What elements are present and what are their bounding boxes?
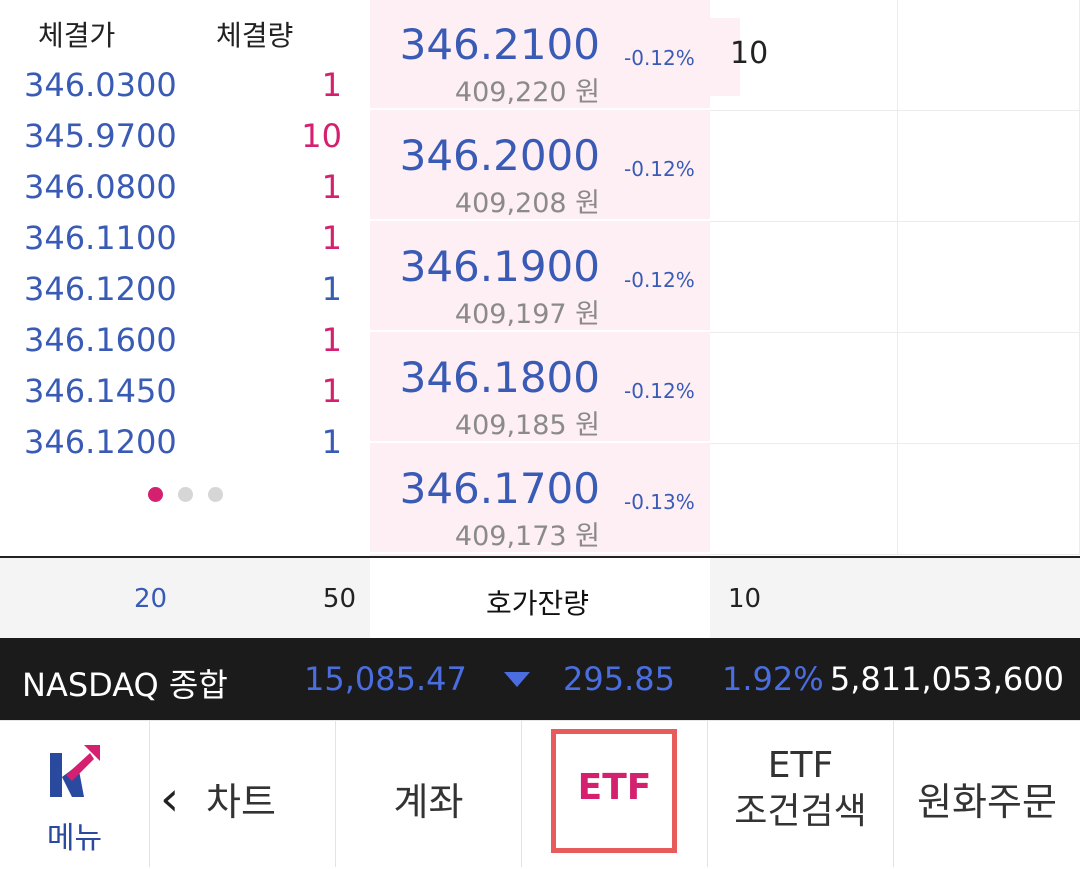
ask-quantity[interactable]: 10	[730, 36, 768, 71]
ask-change-percent: -0.12%	[624, 268, 695, 292]
trade-price: 346.1200	[24, 270, 177, 308]
trade-row: 345.9700 10	[0, 117, 370, 168]
etf-search-line2: 조건검색	[734, 791, 867, 832]
summary-label: 호가잔량	[486, 587, 590, 620]
etf-label: ETF	[577, 767, 652, 808]
grid-cell[interactable]	[710, 444, 898, 555]
order-book-ladder: 346.2100 409,220 원 -0.12% 346.2000 409,208 원…	[370, 0, 710, 556]
grid-cell[interactable]	[898, 444, 1080, 555]
trade-volume: 1	[321, 219, 342, 257]
grid-cell[interactable]	[898, 222, 1080, 333]
trade-price: 346.1200	[24, 423, 177, 461]
ask-price-row[interactable]: 346.1900 409,197 원 -0.12%	[370, 222, 710, 332]
trade-row: 346.1600 1	[0, 321, 370, 372]
account-label: 계좌	[393, 780, 464, 824]
header-trade-volume: 체결량	[216, 19, 294, 52]
ask-price-row[interactable]: 346.1700 409,173 원 -0.13%	[370, 444, 710, 554]
trade-volume: 10	[301, 117, 342, 155]
ask-price-row[interactable]: 346.2000 409,208 원 -0.12%	[370, 111, 710, 221]
chevron-left-icon: ‹	[160, 771, 180, 827]
ask-change-percent: -0.12%	[624, 379, 695, 403]
trade-volume: 1	[321, 270, 342, 308]
grid-cell[interactable]	[710, 333, 898, 444]
etf-condition-search-button[interactable]: ETF 조건검색	[708, 721, 894, 867]
page-indicator[interactable]	[148, 487, 223, 502]
trade-volume: 1	[321, 66, 342, 104]
index-ticker-bar[interactable]: NASDAQ 종합 15,085.47 295.85 1.92% 5,811,0…	[0, 638, 1080, 720]
index-volume: 5,811,053,600	[829, 660, 1064, 698]
ask-price-krw: 409,197 원	[454, 299, 600, 330]
ask-price-krw: 409,208 원	[454, 188, 600, 219]
summary-left-value-b: 50	[322, 584, 356, 614]
trade-row: 346.0800 1	[0, 168, 370, 219]
menu-label: 메뉴	[46, 821, 103, 856]
trade-price: 346.0300	[24, 66, 177, 104]
krw-order-label: 원화주문	[917, 780, 1057, 824]
trade-row: 346.1100 1	[0, 219, 370, 270]
triangle-down-icon	[504, 672, 530, 687]
ask-price: 346.1900	[399, 242, 600, 291]
account-button[interactable]: 계좌	[336, 721, 522, 867]
trade-volume: 1	[321, 321, 342, 359]
index-change: 295.85	[563, 660, 675, 698]
trade-volume: 1	[321, 168, 342, 206]
ask-price-row[interactable]: 346.2100 409,220 원 -0.12%	[370, 0, 710, 110]
ask-price-krw: 409,220 원	[454, 77, 600, 108]
ask-price: 346.1800	[399, 353, 600, 402]
menu-button[interactable]: 메뉴	[0, 721, 150, 867]
trade-price: 346.1450	[24, 372, 177, 410]
trade-price: 346.0800	[24, 168, 177, 206]
grid-cell[interactable]	[710, 111, 898, 222]
trade-history-panel: 체결가 체결량 346.0300 1 345.9700 10 346.0800 1 346.…	[0, 0, 370, 556]
ask-price-krw: 409,185 원	[454, 410, 600, 441]
page-dot-active[interactable]	[148, 487, 163, 502]
ask-change-percent: -0.12%	[624, 157, 695, 181]
etf-button[interactable]: ETF	[522, 721, 708, 867]
remaining-quantity-row: 20 50 호가잔량 10	[0, 558, 1080, 638]
etf-search-line1: ETF	[767, 745, 834, 786]
header-trade-price: 체결가	[38, 19, 116, 52]
trade-volume: 1	[321, 423, 342, 461]
trade-row: 346.1200 1	[0, 270, 370, 321]
order-book-right-grid: 10	[710, 0, 1080, 556]
ask-price-row[interactable]: 346.1800 409,185 원 -0.12%	[370, 333, 710, 443]
page-dot[interactable]	[208, 487, 223, 502]
ask-change-percent: -0.12%	[624, 46, 695, 70]
index-change-percent: 1.92%	[722, 660, 824, 698]
summary-left-value-a: 20	[134, 584, 168, 614]
ask-price: 346.1700	[399, 464, 600, 513]
trade-row: 346.1200 1	[0, 423, 370, 474]
chart-button[interactable]: ‹ 차트	[150, 721, 336, 867]
trade-row: 346.0300 1	[0, 66, 370, 117]
chart-label: 차트	[206, 780, 276, 824]
krw-order-button[interactable]: 원화주문	[894, 721, 1080, 867]
ask-price-krw: 409,173 원	[454, 521, 600, 552]
grid-cell[interactable]	[898, 0, 1080, 111]
grid-cell[interactable]	[710, 222, 898, 333]
trade-row: 346.1450 1	[0, 372, 370, 423]
trade-price: 346.1600	[24, 321, 177, 359]
trade-price: 345.9700	[24, 117, 177, 155]
bottom-navigation: 메뉴 ‹ 차트 계좌 ETF ETF 조건검색 원화주문	[0, 720, 1080, 869]
index-name: NASDAQ 종합	[22, 666, 228, 704]
ask-change-percent: -0.13%	[624, 490, 695, 514]
ask-price: 346.2000	[399, 131, 600, 180]
index-value: 15,085.47	[304, 660, 467, 698]
page-dot[interactable]	[178, 487, 193, 502]
trade-volume: 1	[321, 372, 342, 410]
k-logo-icon	[50, 745, 100, 797]
summary-right-value: 10	[728, 584, 762, 614]
grid-cell[interactable]	[898, 111, 1080, 222]
grid-cell[interactable]	[898, 333, 1080, 444]
ask-price: 346.2100	[399, 20, 600, 69]
trade-price: 346.1100	[24, 219, 177, 257]
etf-condition-search-label: ETF 조건검색	[708, 743, 893, 835]
